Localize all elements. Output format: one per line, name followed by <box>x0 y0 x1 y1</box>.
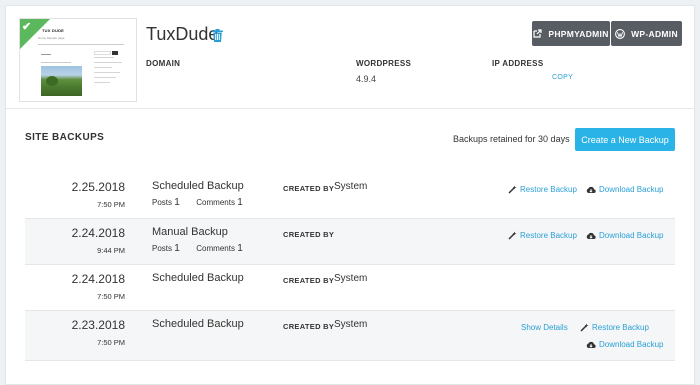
download-backup-label: Download Backup <box>599 340 664 349</box>
posts-count: 1 <box>174 243 180 254</box>
download-backup-link[interactable]: Download Backup <box>586 185 663 194</box>
created-by-label: CREATED BY <box>283 184 335 193</box>
backup-type: Scheduled Backup <box>152 180 244 192</box>
thumbnail-text-line <box>41 62 71 63</box>
comments-count: 1 <box>237 197 243 208</box>
backup-row: 2.24.2018 7:50 PM Scheduled Backup CREAT… <box>25 265 675 311</box>
site-backups-heading: SITE BACKUPS <box>25 132 105 143</box>
site-thumbnail[interactable]: ✔ TUX DUDE Home Sample page <box>19 18 137 102</box>
thumbnail-divider <box>38 44 124 45</box>
thumbnail-search-box <box>94 51 111 55</box>
create-backup-button[interactable]: Create a New Backup <box>575 128 675 151</box>
backup-stats: Posts 1 Comments 1 <box>152 197 243 208</box>
magic-wand-icon <box>508 231 517 240</box>
download-backup-label: Download Backup <box>599 185 664 194</box>
backup-stats: Posts 1 Comments 1 <box>152 243 243 254</box>
cloud-download-icon <box>586 186 596 193</box>
site-name: TuxDude <box>146 24 219 44</box>
backup-row: 2.25.2018 7:50 PM Scheduled Backup Posts… <box>25 173 675 219</box>
domain-label: DOMAIN <box>146 59 181 68</box>
backup-type: Manual Backup <box>152 226 228 238</box>
backup-date: 2.25.2018 <box>71 180 125 194</box>
backup-date: 2.23.2018 <box>71 318 125 332</box>
thumbnail-text-line <box>41 54 51 55</box>
comments-label: Comments <box>196 198 235 207</box>
posts-label: Posts <box>152 198 173 207</box>
backup-date: 2.24.2018 <box>71 226 125 240</box>
created-by-label: CREATED BY <box>283 276 335 285</box>
backup-type: Scheduled Backup <box>152 272 244 284</box>
restore-backup-label: Restore Backup <box>520 231 577 240</box>
created-by-label: CREATED BY <box>283 322 335 331</box>
thumbnail-search-button <box>112 51 118 55</box>
site-card: ✔ TUX DUDE Home Sample page TuxDude DOMA… <box>5 5 695 385</box>
wordpress-version: 4.9.4 <box>356 74 377 84</box>
wordpress-icon <box>615 28 626 39</box>
download-backup-link[interactable]: Download Backup <box>586 340 663 349</box>
retention-text: Backups retained for 30 days <box>453 134 570 144</box>
backup-type: Scheduled Backup <box>152 318 244 330</box>
backup-time: 9:44 PM <box>97 246 125 255</box>
thumbnail-sidebar <box>94 57 130 101</box>
cloud-download-icon <box>586 341 596 348</box>
restore-backup-label: Restore Backup <box>520 185 577 194</box>
created-by-user: System <box>334 181 368 192</box>
backup-date: 2.24.2018 <box>71 272 125 286</box>
backup-time: 7:50 PM <box>97 292 125 301</box>
ip-address-label: IP ADDRESS <box>492 59 544 68</box>
wp-admin-button[interactable]: WP-ADMIN <box>611 21 682 46</box>
thumbnail-photo <box>41 66 82 96</box>
created-by-label: CREATED BY <box>283 230 335 239</box>
phpmyadmin-button[interactable]: PHPMYADMIN <box>532 21 610 46</box>
restore-backup-link[interactable]: Restore Backup <box>508 231 577 240</box>
magic-wand-icon <box>580 323 589 332</box>
backup-time: 7:50 PM <box>97 200 125 209</box>
backup-row: 2.24.2018 9:44 PM Manual Backup Posts 1 … <box>25 219 675 265</box>
show-details-label: Show Details <box>521 323 568 332</box>
comments-label: Comments <box>196 244 235 253</box>
wp-admin-label: WP-ADMIN <box>631 28 678 39</box>
show-details-link[interactable]: Show Details <box>521 323 568 332</box>
restore-backup-link[interactable]: Restore Backup <box>580 323 649 332</box>
created-by-user: System <box>334 273 368 284</box>
site-header: ✔ TUX DUDE Home Sample page TuxDude DOMA… <box>6 6 694 109</box>
created-by-user: System <box>334 319 368 330</box>
backup-row: 2.23.2018 7:50 PM Scheduled Backup CREAT… <box>25 311 675 361</box>
posts-label: Posts <box>152 244 173 253</box>
comments-count: 1 <box>237 243 243 254</box>
download-backup-link[interactable]: Download Backup <box>586 231 663 240</box>
copy-ip-link[interactable]: COPY <box>552 74 573 81</box>
posts-count: 1 <box>174 197 180 208</box>
cloud-download-icon <box>586 232 596 239</box>
download-backup-label: Download Backup <box>599 231 664 240</box>
magic-wand-icon <box>508 185 517 194</box>
restore-backup-label: Restore Backup <box>592 323 649 332</box>
backup-time: 7:50 PM <box>97 338 125 347</box>
restore-backup-link[interactable]: Restore Backup <box>508 185 577 194</box>
phpmyadmin-label: PHPMYADMIN <box>548 28 609 39</box>
check-icon: ✔ <box>22 21 32 33</box>
wordpress-label: WORDPRESS <box>356 59 412 68</box>
external-link-icon <box>533 29 542 38</box>
trash-icon[interactable] <box>212 29 223 42</box>
